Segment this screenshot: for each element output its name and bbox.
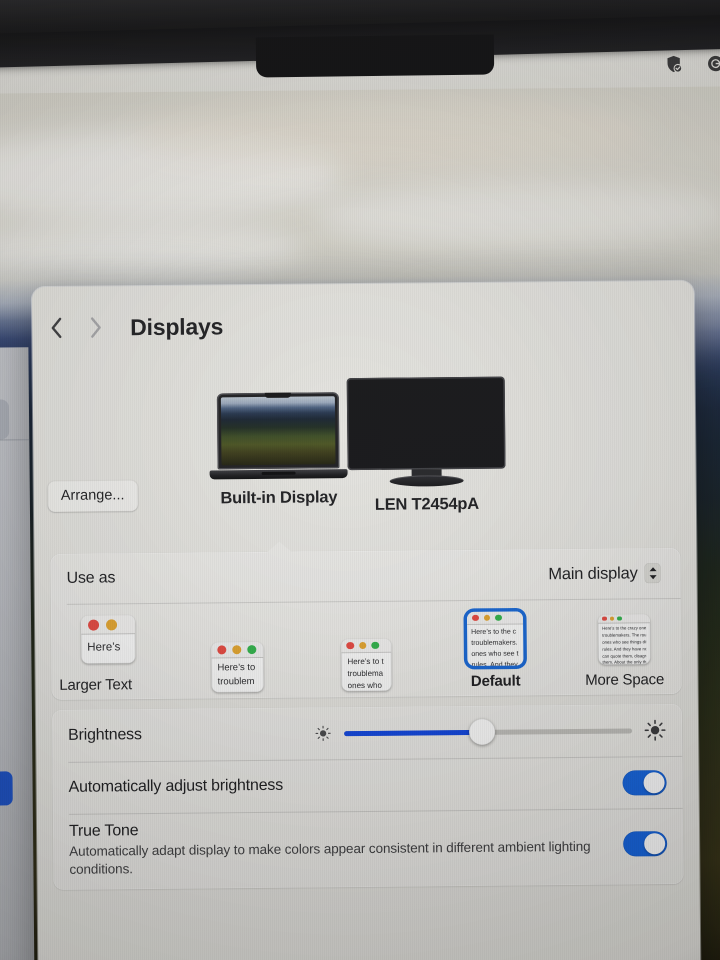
brightness-slider-thumb[interactable]: [469, 718, 496, 745]
brightness-label: Brightness: [68, 726, 142, 744]
sidebar-item-partial-top[interactable]: [0, 399, 10, 440]
resolution-options: Here’s Larger Text Here’s to troublem He…: [51, 598, 682, 700]
laptop-notch: [255, 34, 495, 78]
display-item-external[interactable]: LEN T2454pA: [333, 376, 520, 515]
brightness-high-icon: [644, 719, 666, 741]
resolution-thumbnail: Here’s: [80, 615, 136, 664]
resolution-option-2[interactable]: Here’s to troublem: [194, 641, 280, 693]
laptop-display-icon: [209, 392, 348, 481]
thumb-line: troublem: [217, 676, 255, 688]
thumb-line: troublemakers.: [471, 639, 518, 647]
display-options-group: Use as Main display Here’s Larger Text H…: [50, 547, 682, 700]
sidebar-item-selected-partial[interactable]: [0, 771, 13, 806]
brightness-row: Brightness: [52, 704, 682, 762]
use-as-label: Use as: [66, 569, 116, 587]
resolution-thumbnail: Here’s to troublem: [211, 641, 264, 693]
use-as-value: Main display: [548, 563, 638, 583]
page-title: Displays: [130, 312, 224, 340]
control-center-icon[interactable]: [706, 53, 720, 73]
forward-chevron-icon[interactable]: [89, 316, 102, 338]
brightness-slider[interactable]: [343, 718, 633, 745]
thumb-line: Here’s to the c: [471, 628, 517, 636]
thumb-line: troublema: [347, 668, 384, 679]
thumb-line: Here’s to t: [347, 656, 384, 667]
resolution-option-larger-text[interactable]: Here’s Larger Text: [59, 615, 152, 694]
thumb-line: ones who see things dif: [602, 639, 647, 645]
resolution-option-more-space[interactable]: Here’s to the crazy one troublemakers. T…: [581, 614, 668, 689]
auto-brightness-row: Automatically adjust brightness: [52, 756, 682, 814]
brightness-low-icon: [315, 725, 331, 741]
resolution-option-default[interactable]: Here’s to the c troublemakers. ones who …: [452, 611, 539, 690]
thumb-line: rules. And they: [471, 661, 518, 666]
chevron-up-down-icon: [644, 563, 661, 584]
resolution-caption-default: Default: [470, 672, 521, 690]
resolution-caption-larger-text: Larger Text: [59, 676, 133, 694]
resolution-thumbnail: Here’s to the crazy one troublemakers. T…: [597, 614, 651, 665]
use-as-popup-button[interactable]: Main display: [540, 560, 665, 587]
thumb-line: rules. And they have no: [602, 645, 647, 652]
navigation-controls: [50, 316, 102, 339]
true-tone-description: Automatically adapt display to make colo…: [69, 838, 591, 877]
thumb-line: them. About the only th: [602, 659, 647, 665]
laptop-photo: Displays Arrange... Built-in Display LEN…: [0, 0, 720, 960]
thumb-line: Here’s to: [217, 662, 256, 674]
thumb-line: ones who see t: [471, 650, 519, 658]
brightness-group: Brightness Automatically adjust brightne…: [51, 703, 684, 890]
resolution-option-3[interactable]: Here’s to t troublema ones who: [323, 638, 409, 692]
resolution-thumbnail-selected: Here’s to the c troublemakers. ones who …: [466, 611, 524, 666]
displays-picker: Arrange... Built-in Display LEN T2454pA: [33, 363, 697, 556]
shield-check-icon[interactable]: [664, 54, 684, 74]
true-tone-toggle[interactable]: [623, 831, 668, 857]
auto-brightness-label: Automatically adjust brightness: [68, 776, 284, 796]
true-tone-row: True Tone Automatically adapt display to…: [53, 808, 684, 890]
thumb-line: ones who: [347, 680, 382, 691]
displays-settings-window: Displays Arrange... Built-in Display LEN…: [31, 280, 701, 960]
resolution-row: Here’s Larger Text Here’s to troublem He…: [51, 598, 682, 700]
display-name-external: LEN T2454pA: [374, 494, 480, 514]
resolution-caption-more-space: More Space: [585, 671, 665, 689]
laptop-screen: Displays Arrange... Built-in Display LEN…: [0, 40, 720, 960]
monitor-display-icon: [346, 376, 506, 489]
resolution-thumbnail: Here’s to t troublema ones who: [341, 638, 392, 692]
window-header: Displays: [32, 281, 695, 369]
use-as-row: Use as Main display: [50, 548, 680, 604]
thumb-line: Here’s: [87, 641, 121, 654]
back-chevron-icon[interactable]: [50, 317, 63, 339]
arrange-button[interactable]: Arrange...: [47, 480, 138, 513]
auto-brightness-toggle[interactable]: [622, 769, 667, 796]
true-tone-label: True Tone: [68, 822, 139, 840]
